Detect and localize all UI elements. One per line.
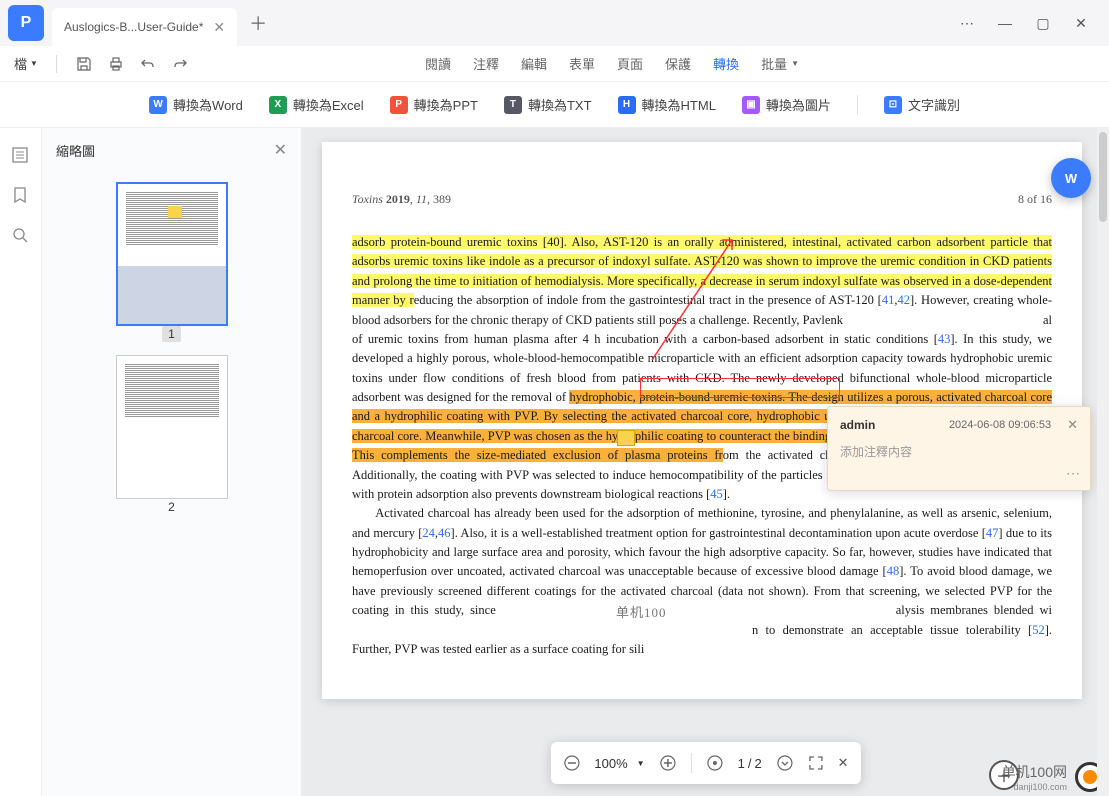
convert-ppt-button[interactable]: P轉換為PPT <box>390 95 478 114</box>
menu-batch[interactable]: 批量▼ <box>761 54 799 73</box>
title-bar: P Auslogics-B...User-Guide* ✕ ＋ ⋯ — ▢ ✕ <box>0 0 1109 46</box>
conversion-toolbar: W轉換為Word X轉換為Excel P轉換為PPT T轉換為TXT H轉換為H… <box>0 82 1109 128</box>
convert-word-button[interactable]: W轉換為Word <box>149 95 243 114</box>
chevron-down-icon: ▼ <box>791 59 799 68</box>
ocr-icon: ⊡ <box>884 96 902 114</box>
ppt-icon: P <box>390 96 408 114</box>
read-mode-button[interactable] <box>776 754 794 772</box>
redo-icon[interactable] <box>171 55 189 73</box>
record-sub: danji100.com <box>1002 782 1067 792</box>
minimize-icon[interactable]: — <box>995 13 1015 33</box>
image-icon: ▣ <box>742 96 760 114</box>
chevron-down-icon: ▼ <box>30 59 38 68</box>
sticky-note-icon[interactable] <box>617 430 635 446</box>
thumb-page-number: 2 <box>162 499 181 515</box>
ocr-button[interactable]: ⊡文字識別 <box>884 95 960 114</box>
thumbnail-panel-title: 縮略圖 <box>56 141 95 160</box>
document-area[interactable]: Toxins 2019, 11, 389 8 of 16 adsorb prot… <box>302 128 1109 796</box>
record-badge: 单机100网 danji100.com <box>1002 762 1105 792</box>
popup-placeholder[interactable]: 添加注釋内容 <box>840 443 1078 460</box>
bookmark-icon[interactable] <box>11 186 31 206</box>
page-indicator[interactable]: 1 / 2 <box>738 756 762 771</box>
html-icon: H <box>618 96 636 114</box>
annotation-popup: admin 2024-06-08 09:06:53 ✕ 添加注釋内容 ⋯ <box>827 406 1091 491</box>
search-icon[interactable] <box>11 226 31 246</box>
word-icon: W <box>149 96 167 114</box>
menu-page[interactable]: 頁面 <box>617 54 643 73</box>
popup-username: admin <box>840 418 875 432</box>
menu-read[interactable]: 閱讀 <box>425 54 451 73</box>
thumbnail-page-2[interactable] <box>116 355 228 499</box>
thumbnails-icon[interactable] <box>11 146 31 166</box>
close-toolbar-button[interactable]: ✕ <box>838 755 849 771</box>
left-icon-bar <box>0 128 42 796</box>
convert-html-button[interactable]: H轉換為HTML <box>618 95 716 114</box>
page-header-right: 8 of 16 <box>1018 192 1052 207</box>
chevron-down-icon: ▼ <box>637 759 645 768</box>
fullscreen-button[interactable] <box>808 755 824 771</box>
save-icon[interactable] <box>75 55 93 73</box>
menu-convert[interactable]: 轉換 <box>713 54 739 73</box>
convert-txt-button[interactable]: T轉換為TXT <box>504 95 592 114</box>
thumbnail-panel: 縮略圖 ✕ 1 2 <box>42 128 302 796</box>
excel-icon: X <box>269 96 287 114</box>
more-icon[interactable]: ⋯ <box>957 13 977 33</box>
app-logo-icon: P <box>8 5 44 41</box>
zoom-level[interactable]: 100%▼ <box>594 756 644 771</box>
popup-menu-icon[interactable]: ⋯ <box>1066 465 1080 482</box>
file-menu[interactable]: 檔 ▼ <box>14 54 38 73</box>
annotation-rectangle[interactable] <box>640 378 840 398</box>
watermark-text: 单机100 <box>616 602 667 621</box>
print-icon[interactable] <box>107 55 125 73</box>
close-panel-icon[interactable]: ✕ <box>274 140 287 160</box>
document-tab[interactable]: Auslogics-B...User-Guide* ✕ <box>52 8 237 46</box>
convert-image-button[interactable]: ▣轉換為圖片 <box>742 95 831 114</box>
menu-form[interactable]: 表單 <box>569 54 595 73</box>
close-popup-icon[interactable]: ✕ <box>1067 417 1078 433</box>
page-header-left: Toxins 2019, 11, 389 <box>352 192 451 207</box>
fit-page-button[interactable] <box>706 754 724 772</box>
vertical-scrollbar[interactable] <box>1097 128 1109 796</box>
undo-icon[interactable] <box>139 55 157 73</box>
new-tab-button[interactable]: ＋ <box>243 8 273 38</box>
maximize-icon[interactable]: ▢ <box>1033 13 1053 33</box>
txt-icon: T <box>504 96 522 114</box>
record-label: 单机100网 <box>1002 762 1067 782</box>
zoom-out-button[interactable] <box>562 754 580 772</box>
note-icon <box>168 206 182 218</box>
convert-fab-button[interactable]: W <box>1051 158 1091 198</box>
thumbnail-page-1[interactable] <box>116 182 228 326</box>
bottom-toolbar: 100%▼ 1 / 2 ✕ <box>550 742 860 784</box>
popup-timestamp: 2024-06-08 09:06:53 <box>949 419 1051 431</box>
menu-edit[interactable]: 編輯 <box>521 54 547 73</box>
close-tab-icon[interactable]: ✕ <box>213 19 225 36</box>
close-window-icon[interactable]: ✕ <box>1071 13 1091 33</box>
menu-annotate[interactable]: 注釋 <box>473 54 499 73</box>
tab-title: Auslogics-B...User-Guide* <box>64 20 203 34</box>
menu-protect[interactable]: 保護 <box>665 54 691 73</box>
menu-bar: 檔 ▼ 閱讀 注釋 編輯 表單 頁面 保護 轉換 批量▼ <box>0 46 1109 82</box>
convert-excel-button[interactable]: X轉換為Excel <box>269 95 364 114</box>
thumb-page-number: 1 <box>162 326 181 342</box>
zoom-in-button[interactable] <box>659 754 677 772</box>
